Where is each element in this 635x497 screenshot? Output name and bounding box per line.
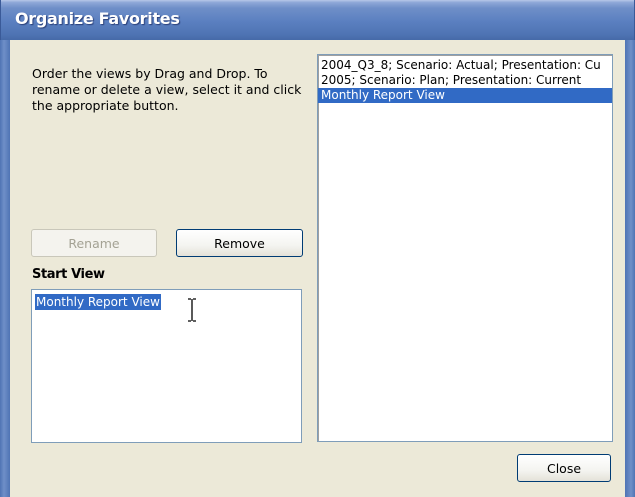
close-button[interactable]: Close: [517, 454, 611, 482]
rename-button[interactable]: Rename: [31, 229, 157, 257]
favorites-list[interactable]: 2004_Q3_8; Scenario: Actual; Presentatio…: [317, 54, 613, 442]
start-view-label: Start View: [32, 267, 105, 282]
start-view-value: Monthly Report View: [35, 294, 161, 310]
instructions-text: Order the views by Drag and Drop. To ren…: [32, 66, 302, 113]
window-frame-left: [0, 40, 10, 497]
window-frame-right: [625, 40, 635, 497]
favorites-list-item-selected[interactable]: Monthly Report View: [318, 88, 612, 103]
remove-button[interactable]: Remove: [176, 229, 303, 257]
organize-favorites-dialog: Organize Favorites Order the views by Dr…: [0, 0, 635, 497]
title-bar[interactable]: Organize Favorites: [0, 0, 635, 40]
window-title: Organize Favorites: [15, 9, 180, 28]
text-ibeam-cursor-icon: [188, 298, 196, 322]
favorites-list-item[interactable]: 2004_Q3_8; Scenario: Actual; Presentatio…: [318, 58, 612, 73]
favorites-list-item[interactable]: 2005; Scenario: Plan; Presentation: Curr…: [318, 73, 612, 88]
start-view-field[interactable]: Monthly Report View: [31, 289, 302, 443]
